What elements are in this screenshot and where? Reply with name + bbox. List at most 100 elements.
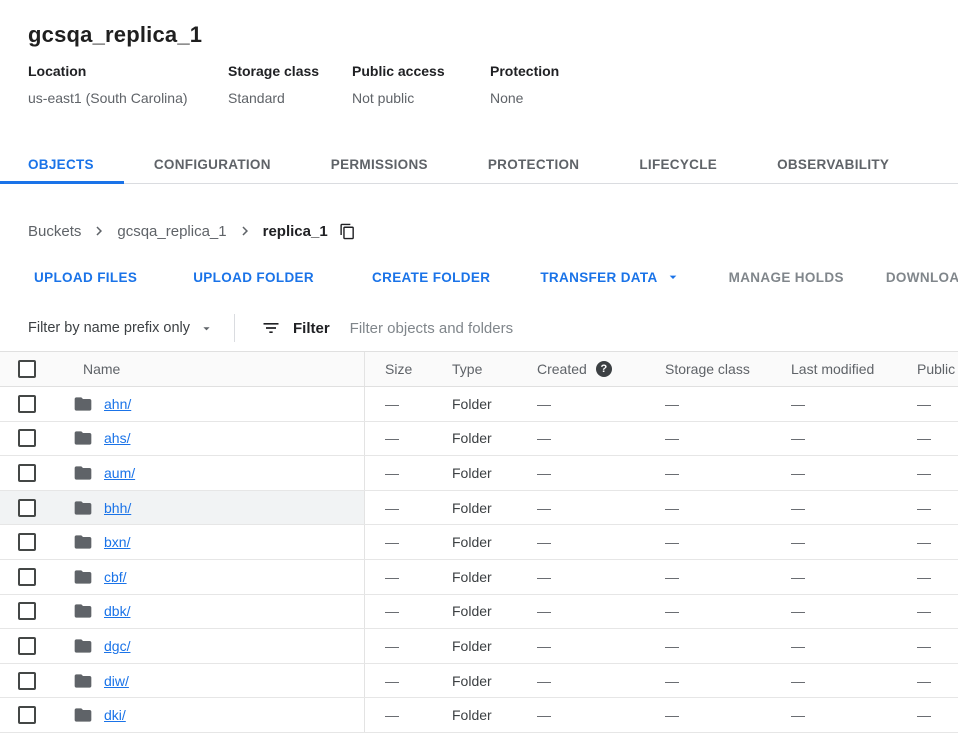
cell-storage-class: — xyxy=(645,534,771,550)
transfer-data-button[interactable]: TRANSFER DATA xyxy=(540,269,680,285)
cell-last-modified: — xyxy=(771,500,897,516)
cell-size: — xyxy=(365,569,432,585)
select-all-checkbox[interactable] xyxy=(18,360,36,378)
cell-type: Folder xyxy=(432,707,517,723)
tab-permissions[interactable]: PERMISSIONS xyxy=(301,146,458,183)
row-checkbox[interactable] xyxy=(18,533,36,551)
cell-created: — xyxy=(517,430,645,446)
cell-last-modified: — xyxy=(771,534,897,550)
tab-objects[interactable]: OBJECTS xyxy=(0,146,124,183)
arrow-drop-down-icon xyxy=(665,269,681,285)
filter-mode-label: Filter by name prefix only xyxy=(28,320,190,336)
table-row: dbk/ — Folder — — — — xyxy=(0,595,958,630)
manage-holds-button: MANAGE HOLDS xyxy=(729,270,844,285)
cell-size: — xyxy=(365,500,432,516)
column-header-size[interactable]: Size xyxy=(365,361,432,377)
breadcrumb-bucket-name[interactable]: gcsqa_replica_1 xyxy=(117,223,226,240)
filter-list-icon xyxy=(261,318,281,338)
help-icon[interactable]: ? xyxy=(596,361,612,377)
column-header-public-access[interactable]: Public access xyxy=(897,361,958,377)
cell-type: Folder xyxy=(432,396,517,412)
folder-icon xyxy=(73,636,93,656)
table-row: ahs/ — Folder — — — — xyxy=(0,422,958,457)
cell-public-access: — xyxy=(897,465,958,481)
create-folder-button[interactable]: CREATE FOLDER xyxy=(372,270,490,285)
cell-last-modified: — xyxy=(771,673,897,689)
table-row: dgc/ — Folder — — — — xyxy=(0,629,958,664)
object-name-link[interactable]: dki/ xyxy=(104,707,126,723)
folder-icon xyxy=(73,567,93,587)
cell-size: — xyxy=(365,465,432,481)
row-checkbox[interactable] xyxy=(18,672,36,690)
cell-size: — xyxy=(365,638,432,654)
table-row: dki/ — Folder — — — — xyxy=(0,698,958,733)
row-checkbox[interactable] xyxy=(18,464,36,482)
object-name-link[interactable]: dgc/ xyxy=(104,638,130,654)
table-row: bxn/ — Folder — — — — xyxy=(0,525,958,560)
folder-icon xyxy=(73,463,93,483)
object-name-link[interactable]: cbf/ xyxy=(104,569,127,585)
cell-storage-class: — xyxy=(645,603,771,619)
tab-configuration[interactable]: CONFIGURATION xyxy=(124,146,301,183)
cell-public-access: — xyxy=(897,569,958,585)
cell-size: — xyxy=(365,707,432,723)
column-header-type[interactable]: Type xyxy=(432,361,517,377)
cell-storage-class: — xyxy=(645,430,771,446)
object-name-link[interactable]: bxn/ xyxy=(104,534,130,550)
cell-storage-class: — xyxy=(645,465,771,481)
cell-storage-class: — xyxy=(645,500,771,516)
cell-created: — xyxy=(517,638,645,654)
cell-storage-class: — xyxy=(645,396,771,412)
cell-type: Folder xyxy=(432,673,517,689)
upload-files-button[interactable]: UPLOAD FILES xyxy=(34,270,137,285)
tab-lifecycle[interactable]: LIFECYCLE xyxy=(609,146,747,183)
cell-created: — xyxy=(517,465,645,481)
tab-observability[interactable]: OBSERVABILITY xyxy=(747,146,919,183)
table-row: aum/ — Folder — — — — xyxy=(0,456,958,491)
upload-folder-button[interactable]: UPLOAD FOLDER xyxy=(193,270,314,285)
column-header-created[interactable]: Created xyxy=(537,361,587,377)
row-checkbox[interactable] xyxy=(18,568,36,586)
row-checkbox[interactable] xyxy=(18,429,36,447)
object-name-link[interactable]: dbk/ xyxy=(104,603,130,619)
object-name-link[interactable]: aum/ xyxy=(104,465,135,481)
column-header-name[interactable]: Name xyxy=(56,352,365,386)
row-checkbox[interactable] xyxy=(18,706,36,724)
cell-storage-class: — xyxy=(645,673,771,689)
row-checkbox[interactable] xyxy=(18,395,36,413)
object-name-link[interactable]: ahn/ xyxy=(104,396,131,412)
cell-last-modified: — xyxy=(771,569,897,585)
cell-last-modified: — xyxy=(771,707,897,723)
object-toolbar: UPLOAD FILES UPLOAD FOLDER CREATE FOLDER… xyxy=(0,249,958,305)
column-header-storage-class[interactable]: Storage class xyxy=(645,361,771,377)
row-checkbox[interactable] xyxy=(18,499,36,517)
filter-mode-dropdown[interactable]: Filter by name prefix only xyxy=(28,320,214,336)
cell-public-access: — xyxy=(897,673,958,689)
filter-label: Filter xyxy=(293,320,330,337)
meta-value-protection: None xyxy=(490,90,650,106)
folder-icon xyxy=(73,428,93,448)
cell-storage-class: — xyxy=(645,569,771,585)
bucket-header: gcsqa_replica_1 Location us-east1 (South… xyxy=(0,0,958,106)
column-header-last-modified[interactable]: Last modified xyxy=(771,361,897,377)
object-name-link[interactable]: diw/ xyxy=(104,673,129,689)
breadcrumb-buckets[interactable]: Buckets xyxy=(28,223,81,240)
cell-type: Folder xyxy=(432,638,517,654)
content-copy-icon[interactable] xyxy=(339,223,356,240)
meta-label-public-access: Public access xyxy=(352,63,490,79)
chevron-right-icon xyxy=(236,222,254,240)
object-name-link[interactable]: bhh/ xyxy=(104,500,131,516)
row-checkbox[interactable] xyxy=(18,602,36,620)
filter-objects-input[interactable] xyxy=(350,320,958,337)
row-checkbox[interactable] xyxy=(18,637,36,655)
transfer-data-label: TRANSFER DATA xyxy=(540,270,657,285)
tab-protection[interactable]: PROTECTION xyxy=(458,146,610,183)
cell-public-access: — xyxy=(897,603,958,619)
cell-public-access: — xyxy=(897,396,958,412)
cell-size: — xyxy=(365,430,432,446)
object-name-link[interactable]: ahs/ xyxy=(104,430,130,446)
cell-created: — xyxy=(517,603,645,619)
cell-created: — xyxy=(517,673,645,689)
breadcrumb: Buckets gcsqa_replica_1 replica_1 xyxy=(0,213,958,249)
folder-icon xyxy=(73,394,93,414)
